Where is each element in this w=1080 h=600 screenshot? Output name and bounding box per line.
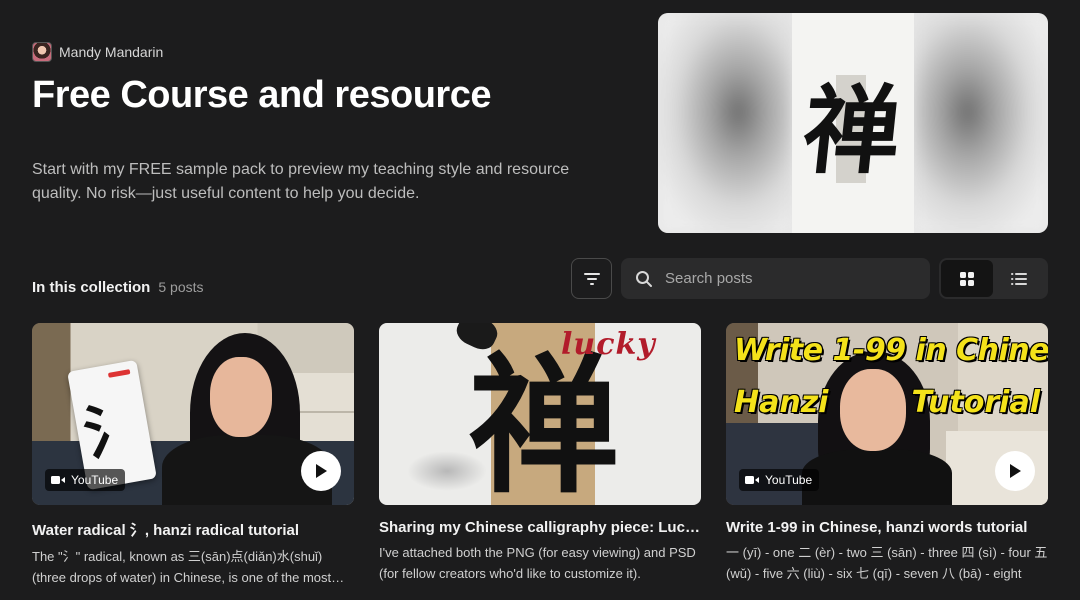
post-thumbnail[interactable]: 氵 YouTube [32, 323, 354, 505]
play-button[interactable] [301, 451, 341, 491]
collection-count: 5 posts [158, 279, 204, 295]
filter-button[interactable] [571, 258, 612, 299]
play-button[interactable] [995, 451, 1035, 491]
youtube-badge: YouTube [739, 469, 820, 491]
grid-icon [960, 271, 974, 286]
post-thumbnail[interactable]: 禅 lucky [379, 323, 701, 505]
list-icon [1011, 272, 1027, 285]
search-bar[interactable] [621, 258, 930, 299]
hero-blur-right [914, 13, 1048, 233]
collection-header: In this collection 5 posts [32, 279, 204, 296]
filter-icon [583, 272, 600, 285]
post-excerpt: I've attached both the PNG (for easy vie… [379, 545, 696, 581]
collection-title: In this collection [32, 279, 151, 296]
badge-label: YouTube [71, 473, 119, 487]
hero-blur-left [658, 13, 792, 233]
grid-view-button[interactable] [941, 260, 993, 297]
thumb-person-face [840, 369, 906, 451]
thumb-title-hanzi: Hanzi [734, 385, 829, 420]
video-camera-icon [51, 476, 65, 484]
avatar[interactable] [32, 42, 52, 62]
view-toggle[interactable] [939, 258, 1048, 299]
post-card[interactable]: 氵 YouTube Water radical 氵, hanzi radical… [32, 323, 354, 588]
creator-name[interactable]: Mandy Mandarin [59, 44, 163, 60]
post-title[interactable]: Sharing my Chinese calligraphy piece: Lu… [379, 519, 701, 536]
creator-byline[interactable]: Mandy Mandarin [32, 42, 163, 62]
hero-calligraphy-panel: 禅 [792, 13, 914, 233]
search-icon [636, 270, 652, 287]
video-camera-icon [745, 476, 759, 484]
thumb-calligraphy-glyph: 禅 [468, 338, 619, 505]
post-card[interactable]: Write 1-99 in Chinese Hanzi Tutorial You… [726, 323, 1048, 584]
thumb-person-face [210, 357, 272, 437]
post-thumbnail[interactable]: Write 1-99 in Chinese Hanzi Tutorial You… [726, 323, 1048, 505]
youtube-badge: YouTube [45, 469, 126, 491]
badge-label: YouTube [765, 473, 813, 487]
search-input[interactable] [665, 270, 905, 287]
post-title[interactable]: Write 1-99 in Chinese, hanzi words tutor… [726, 519, 1048, 536]
hero-image: 禅 [658, 13, 1048, 233]
post-excerpt: 一 (yī) - one 二 (èr) - two 三 (sān) - thre… [726, 545, 1048, 581]
post-title[interactable]: Water radical 氵, hanzi radical tutorial [32, 519, 354, 540]
thumb-title-line1: Write 1-99 in Chinese [734, 333, 1048, 368]
play-icon [1010, 464, 1021, 478]
list-view-button[interactable] [993, 260, 1045, 297]
post-excerpt: The "氵" radical, known as 三(sān)点(diǎn)水… [32, 549, 332, 585]
post-card[interactable]: 禅 lucky Sharing my Chinese calligraphy p… [379, 323, 701, 584]
thumb-title-tutorial: Tutorial [911, 385, 1040, 420]
play-icon [316, 464, 327, 478]
thumb-person-body [802, 449, 952, 505]
page-description: Start with my FREE sample pack to previe… [32, 161, 570, 202]
page-title: Free Course and resource [32, 74, 491, 116]
thumb-lucky-text: lucky [561, 327, 656, 362]
hero-glyph: 禅 [798, 74, 907, 187]
